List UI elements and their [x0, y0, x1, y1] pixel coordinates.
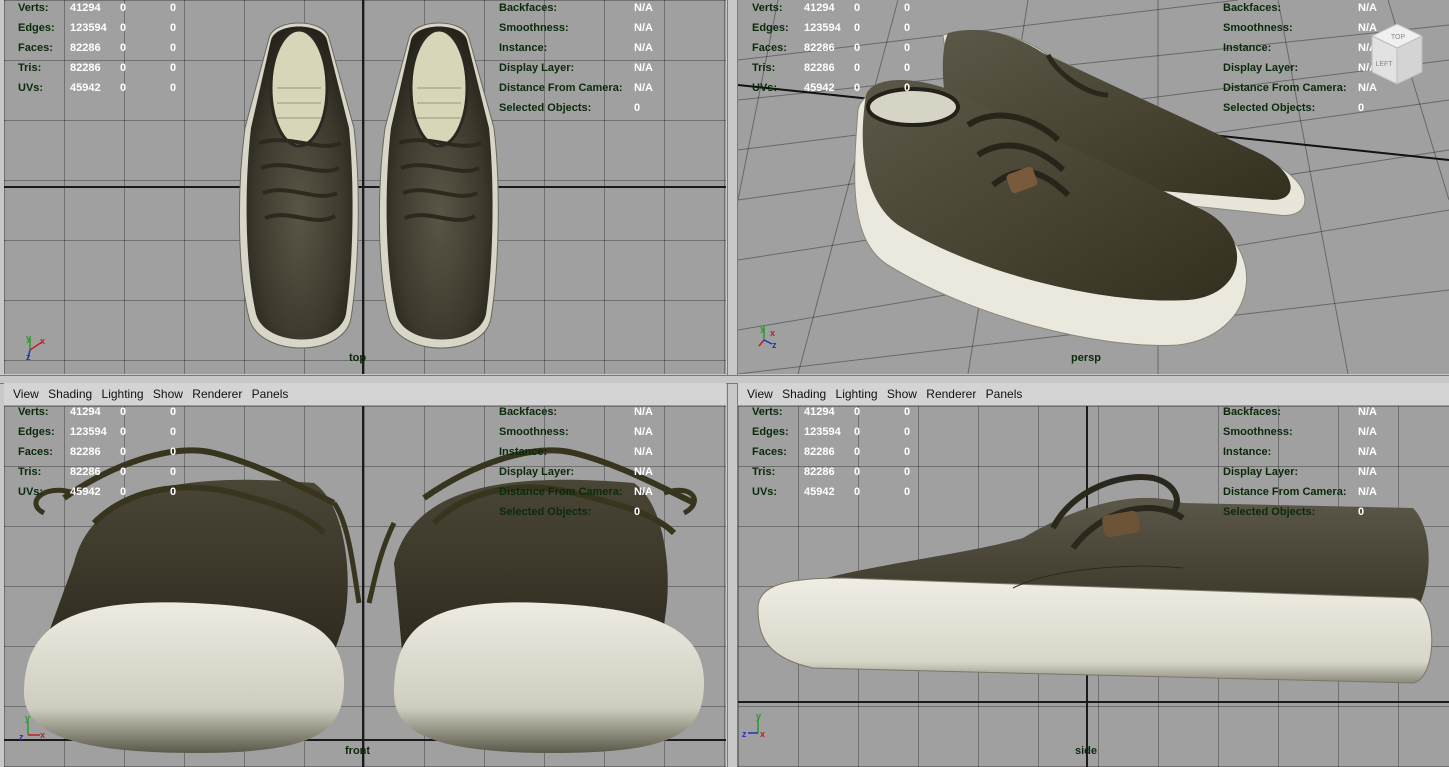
svg-text:x: x [760, 729, 765, 739]
viewport-side[interactable]: View Shading Lighting Show Renderer Pane… [738, 383, 1449, 767]
svg-text:z: z [742, 729, 747, 739]
hud-row-uvs: UVs: 45942 0 0 [18, 82, 177, 94]
svg-text:y: y [760, 323, 765, 333]
left-shoe-top [238, 22, 359, 349]
view-cube[interactable]: TOP LEFT [1368, 22, 1426, 88]
menu-shading[interactable]: Shading [782, 383, 826, 401]
axis-gizmo: y x z [758, 323, 777, 350]
menu-view[interactable]: View [747, 383, 773, 401]
axis-gizmo: y x z [19, 713, 45, 742]
menu-panels[interactable]: Panels [986, 383, 1023, 401]
camera-label: top [349, 352, 367, 364]
poly-count-hud: Verts: 41294 0 0 Edges: 123594 0 0 Faces: 82286… [752, 406, 911, 498]
camera-label: front [345, 745, 371, 757]
menu-show[interactable]: Show [887, 383, 917, 401]
svg-text:y: y [25, 713, 30, 723]
axis-label-x: x [40, 336, 45, 346]
camera-label: persp [1071, 352, 1101, 364]
view-cube-top-label: TOP [1391, 34, 1406, 41]
hud-row-tris: Tris: 82286 0 0 [18, 62, 177, 74]
menu-lighting[interactable]: Lighting [836, 383, 878, 401]
axis-gizmo: y x z [26, 333, 45, 362]
svg-text:z: z [19, 732, 24, 742]
hud-row-faces: Faces: 82286 0 0 [18, 42, 177, 54]
svg-text:y: y [756, 711, 761, 721]
right-shoe-top [378, 22, 499, 349]
poly-count-hud: Verts: 41294 0 0 Edges: 123594 0 0 Faces: 82286… [18, 0, 200, 98]
viewport-top[interactable]: Verts: 41294 0 0 Edges: 123594 0 0 Faces: 82286… [4, 0, 726, 374]
object-info-hud: Backfaces: N/A Smoothness: N/A Instance: N/… [499, 2, 653, 114]
hud-row-edges: Edges: 123594 0 0 [18, 22, 177, 34]
menu-show[interactable]: Show [153, 383, 183, 401]
menu-shading[interactable]: Shading [48, 383, 92, 401]
poly-count-hud: Verts: 41294 0 0 Edges: 123594 0 0 Faces: 82286… [18, 406, 177, 498]
object-info-hud: Backfaces: N/A Smoothness: N/A Instance: N/… [1223, 406, 1377, 518]
viewport-front[interactable]: View Shading Lighting Show Renderer Pane… [4, 383, 726, 767]
axis-gizmo: y z x [742, 711, 765, 739]
viewport-menubar: View Shading Lighting Show Renderer Pane… [4, 383, 726, 406]
poly-count-hud: Verts: 41294 0 0 Edges: 123594 0 0 Faces: 82286… [752, 2, 911, 94]
object-info-hud: Backfaces: N/A Smoothness: N/A Instance: N/… [499, 406, 653, 518]
menu-panels[interactable]: Panels [252, 383, 289, 401]
menu-lighting[interactable]: Lighting [102, 383, 144, 401]
viewport-persp[interactable]: Verts: 41294 0 0 Edges: 123594 0 0 Faces: 82286… [738, 0, 1449, 374]
menu-renderer[interactable]: Renderer [926, 383, 976, 401]
axis-label-z: z [26, 352, 31, 362]
menu-renderer[interactable]: Renderer [192, 383, 242, 401]
viewport-menubar: View Shading Lighting Show Renderer Pane… [738, 383, 1449, 406]
shoe-model-top-view[interactable] [229, 18, 499, 363]
svg-text:x: x [770, 328, 775, 338]
hud-row-verts: Verts: 41294 0 0 [18, 2, 177, 14]
object-info-hud: Backfaces: N/A Smoothness: N/A Instance: N/… [1223, 2, 1377, 114]
svg-text:x: x [40, 730, 45, 740]
svg-text:z: z [772, 340, 777, 350]
axis-label-y: y [26, 333, 31, 343]
camera-label: side [1075, 745, 1098, 757]
menu-view[interactable]: View [13, 383, 39, 401]
view-cube-left-label: LEFT [1375, 61, 1393, 68]
